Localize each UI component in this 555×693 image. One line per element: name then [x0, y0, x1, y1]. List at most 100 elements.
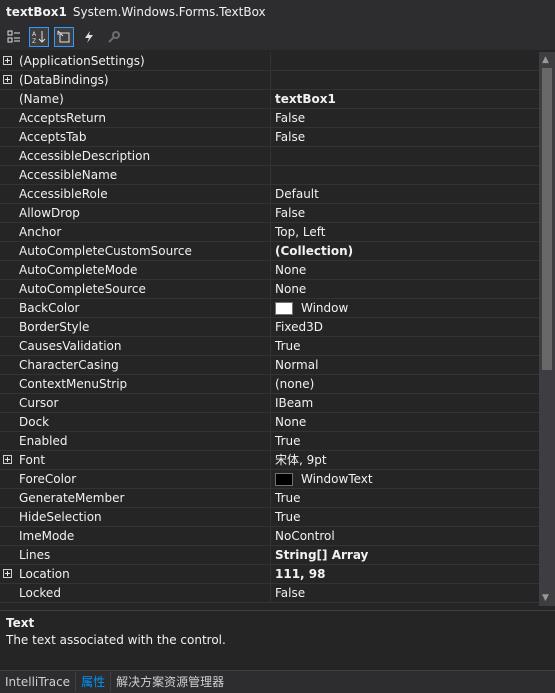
property-value[interactable]: Fixed3D [271, 318, 539, 336]
property-pages-button[interactable] [104, 27, 124, 47]
property-row[interactable]: Anchor Top, Left [0, 223, 539, 242]
property-row[interactable]: Location 111, 98 [0, 565, 539, 584]
property-name: Enabled [18, 432, 271, 450]
property-name: Locked [18, 584, 271, 602]
property-row[interactable]: AccessibleName [0, 166, 539, 185]
property-value[interactable]: IBeam [271, 394, 539, 412]
property-value-text: True [275, 339, 301, 353]
property-value[interactable]: 宋体, 9pt [271, 451, 539, 469]
property-value[interactable]: False [271, 128, 539, 146]
description-title: Text [6, 616, 35, 630]
property-value[interactable] [271, 71, 539, 89]
property-value[interactable]: None [271, 413, 539, 431]
property-row[interactable]: BackColor Window [0, 299, 539, 318]
property-value[interactable]: Default [271, 185, 539, 203]
property-row[interactable]: CausesValidation True [0, 337, 539, 356]
property-row[interactable]: ForeColor WindowText [0, 470, 539, 489]
property-row[interactable]: ImeMode NoControl [0, 527, 539, 546]
property-row[interactable]: AccessibleDescription [0, 147, 539, 166]
property-grid-scrollbar[interactable]: ▲ ▼ [539, 52, 555, 606]
property-row[interactable]: (ApplicationSettings) [0, 52, 539, 71]
property-value[interactable]: 111, 98 [271, 565, 539, 583]
property-name: BorderStyle [18, 318, 271, 336]
property-value[interactable]: Window [271, 299, 539, 317]
property-value[interactable]: False [271, 204, 539, 222]
property-row[interactable]: AcceptsReturn False [0, 109, 539, 128]
property-value[interactable]: True [271, 337, 539, 355]
property-name: Lines [18, 546, 271, 564]
property-row-gutter [0, 394, 18, 412]
expand-plus-icon[interactable] [3, 569, 12, 578]
property-value[interactable]: (none) [271, 375, 539, 393]
property-value[interactable]: String[] Array [271, 546, 539, 564]
tab-0[interactable]: IntelliTrace [0, 672, 75, 692]
property-name: Cursor [18, 394, 271, 412]
expand-plus-icon[interactable] [3, 75, 12, 84]
property-row[interactable]: Lines String[] Array [0, 546, 539, 565]
property-value[interactable]: Top, Left [271, 223, 539, 241]
events-button[interactable] [79, 27, 99, 47]
expand-plus-icon[interactable] [3, 56, 12, 65]
property-row-gutter [0, 223, 18, 241]
property-value[interactable]: True [271, 432, 539, 450]
property-name: AcceptsTab [18, 128, 271, 146]
property-value[interactable] [271, 166, 539, 184]
property-value[interactable]: False [271, 109, 539, 127]
property-row[interactable]: Locked False [0, 584, 539, 603]
property-value[interactable]: NoControl [271, 527, 539, 545]
property-value[interactable]: None [271, 261, 539, 279]
property-name: (DataBindings) [18, 71, 271, 89]
property-value-text: Top, Left [275, 225, 326, 239]
scroll-up-arrow-icon[interactable]: ▲ [542, 56, 549, 65]
property-row[interactable]: AutoCompleteSource None [0, 280, 539, 299]
property-value-text: IBeam [275, 396, 314, 410]
property-row-gutter [0, 432, 18, 450]
tab-2[interactable]: 解决方案资源管理器 [110, 672, 229, 692]
expand-plus-icon[interactable] [3, 455, 12, 464]
property-row[interactable]: AcceptsTab False [0, 128, 539, 147]
property-row[interactable]: AllowDrop False [0, 204, 539, 223]
property-row[interactable]: CharacterCasing Normal [0, 356, 539, 375]
property-value-text: Default [275, 187, 319, 201]
property-row[interactable]: (DataBindings) [0, 71, 539, 90]
property-value-text: True [275, 491, 301, 505]
alphabetical-button[interactable]: A Z [29, 27, 49, 47]
property-row[interactable]: AutoCompleteMode None [0, 261, 539, 280]
property-row-gutter [0, 413, 18, 431]
property-row[interactable]: Cursor IBeam [0, 394, 539, 413]
property-row[interactable]: BorderStyle Fixed3D [0, 318, 539, 337]
property-row[interactable]: (Name) textBox1 [0, 90, 539, 109]
property-value[interactable]: True [271, 489, 539, 507]
scroll-down-arrow-icon[interactable]: ▼ [542, 594, 549, 603]
object-type: System.Windows.Forms.TextBox [72, 5, 266, 19]
scroll-thumb[interactable] [542, 68, 552, 370]
svg-text:Z: Z [32, 38, 36, 44]
property-value[interactable] [271, 147, 539, 165]
property-row[interactable]: Enabled True [0, 432, 539, 451]
property-row-gutter [0, 147, 18, 165]
property-row[interactable]: Dock None [0, 413, 539, 432]
property-row[interactable]: ContextMenuStrip (none) [0, 375, 539, 394]
property-value-text: Window [301, 301, 349, 315]
property-row[interactable]: Font 宋体, 9pt [0, 451, 539, 470]
property-value[interactable]: None [271, 280, 539, 298]
property-name: AutoCompleteCustomSource [18, 242, 271, 260]
property-value[interactable]: (Collection) [271, 242, 539, 260]
property-value[interactable]: Normal [271, 356, 539, 374]
property-row[interactable]: HideSelection True [0, 508, 539, 527]
events-icon [85, 31, 93, 43]
property-value[interactable]: textBox1 [271, 90, 539, 108]
tab-1[interactable]: 属性 [75, 672, 110, 692]
property-row[interactable]: GenerateMember True [0, 489, 539, 508]
property-row-gutter [0, 375, 18, 393]
property-value[interactable]: False [271, 584, 539, 602]
property-name: AccessibleDescription [18, 147, 271, 165]
categorized-button[interactable] [4, 27, 24, 47]
property-row[interactable]: AutoCompleteCustomSource (Collection) [0, 242, 539, 261]
property-value[interactable] [271, 52, 539, 70]
property-value[interactable]: WindowText [271, 470, 539, 488]
property-name: AccessibleRole [18, 185, 271, 203]
properties-button[interactable] [54, 27, 74, 47]
property-row[interactable]: AccessibleRole Default [0, 185, 539, 204]
property-value[interactable]: True [271, 508, 539, 526]
